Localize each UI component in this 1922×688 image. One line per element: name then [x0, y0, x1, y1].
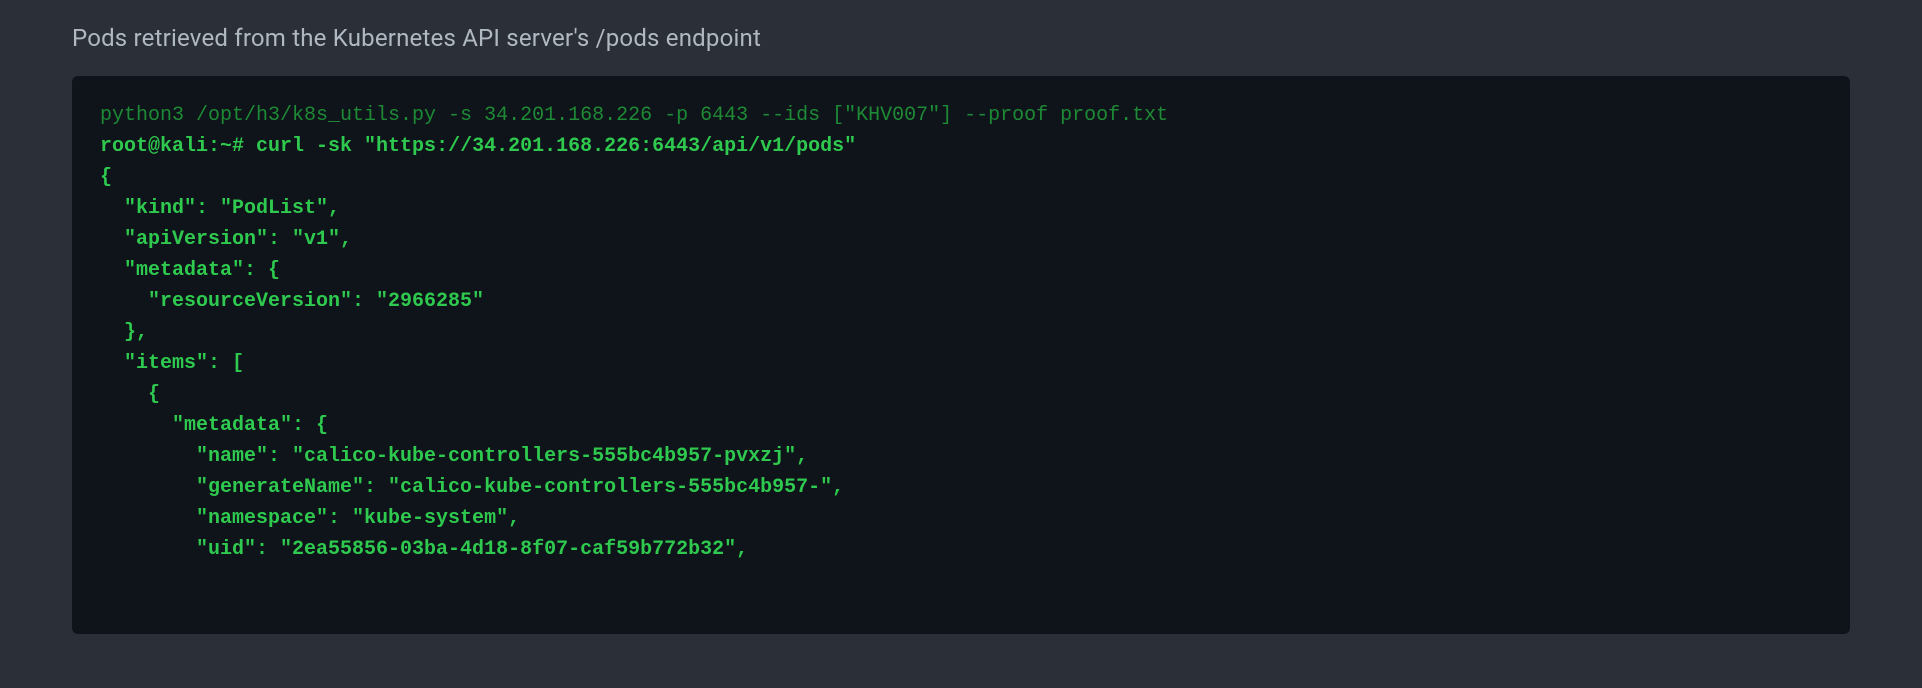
terminal-command: curl -sk "https://34.201.168.226:6443/ap…: [244, 135, 856, 158]
caption-text: Pods retrieved from the Kubernetes API s…: [72, 24, 1850, 52]
terminal-line-previous-command: python3 /opt/h3/k8s_utils.py -s 34.201.1…: [100, 104, 1168, 127]
terminal-output: { "kind": "PodList", "apiVersion": "v1",…: [100, 166, 844, 561]
terminal-content: python3 /opt/h3/k8s_utils.py -s 34.201.1…: [100, 100, 1822, 565]
terminal-prompt: root@kali:~#: [100, 135, 244, 158]
terminal-block: python3 /opt/h3/k8s_utils.py -s 34.201.1…: [72, 76, 1850, 634]
